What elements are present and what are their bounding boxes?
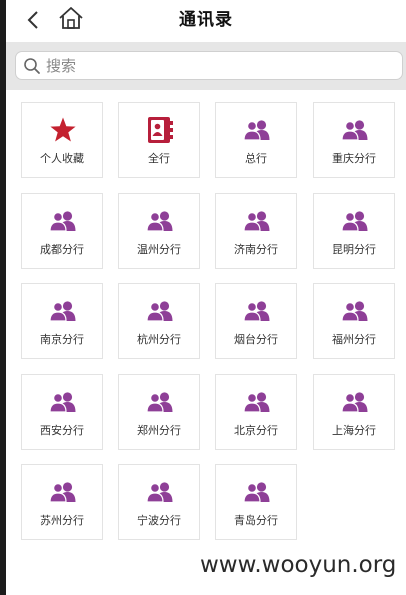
tile-label: 温州分行 [137,243,181,256]
tile-label: 苏州分行 [40,514,84,527]
contact-tile[interactable]: 昆明分行 [313,193,395,269]
group-icon [145,478,175,506]
contact-tile[interactable]: 西安分行 [21,374,103,450]
tile-label: 总行 [245,152,267,165]
group-icon [340,116,370,144]
group-icon [48,297,78,325]
contact-tile[interactable]: 成都分行 [21,193,103,269]
group-icon [242,297,272,325]
tile-label: 昆明分行 [332,243,376,256]
tile-label: 郑州分行 [137,424,181,437]
group-icon [48,388,78,416]
search-bar [6,42,406,90]
contact-tile[interactable]: 南京分行 [21,283,103,359]
page-title: 通讯录 [179,10,233,30]
group-icon [242,388,272,416]
contact-tile[interactable]: 郑州分行 [118,374,200,450]
contact-tile[interactable]: 苏州分行 [21,464,103,540]
group-icon [242,116,272,144]
contact-tile[interactable]: 重庆分行 [313,102,395,178]
tile-label: 杭州分行 [137,333,181,346]
contact-tile[interactable]: 青岛分行 [215,464,297,540]
contact-tile[interactable]: 总行 [215,102,297,178]
group-icon [145,388,175,416]
group-icon [145,297,175,325]
tile-label: 全行 [148,152,170,165]
tile-label: 南京分行 [40,333,84,346]
group-icon [48,207,78,235]
contact-tile[interactable]: 个人收藏 [21,102,103,178]
contact-tile[interactable]: 上海分行 [313,374,395,450]
tile-label: 烟台分行 [234,333,278,346]
group-icon [145,207,175,235]
nav-header: 通讯录 [6,0,406,42]
group-icon [340,388,370,416]
group-icon [242,478,272,506]
group-icon [48,478,78,506]
tile-label: 上海分行 [332,424,376,437]
tile-label: 福州分行 [332,333,376,346]
contact-tile[interactable]: 烟台分行 [215,283,297,359]
contact-tile[interactable]: 北京分行 [215,374,297,450]
group-icon [340,207,370,235]
contact-tile[interactable]: 济南分行 [215,193,297,269]
contact-book-icon [145,116,175,144]
tile-label: 西安分行 [40,424,84,437]
tile-label: 个人收藏 [40,152,84,165]
contact-tile[interactable]: 宁波分行 [118,464,200,540]
contact-tile[interactable]: 福州分行 [313,283,395,359]
tile-label: 北京分行 [234,424,278,437]
contacts-grid: 个人收藏 全行 总行 重庆分行成都分行 温州分行 济南分行 昆明分行南京分行 杭州分行 烟台分行… [6,90,406,595]
tile-label: 宁波分行 [137,514,181,527]
contact-tile[interactable]: 杭州分行 [118,283,200,359]
group-icon [340,297,370,325]
tile-label: 青岛分行 [234,514,278,527]
search-field[interactable] [15,51,403,80]
watermark-text: www.wooyun.org [200,552,397,578]
contact-tile[interactable]: 温州分行 [118,193,200,269]
contact-tile[interactable]: 全行 [118,102,200,178]
search-icon [24,58,40,74]
search-input[interactable] [46,52,396,79]
tile-label: 成都分行 [40,243,84,256]
star-icon [48,116,78,144]
tile-label: 重庆分行 [332,152,376,165]
tile-label: 济南分行 [234,243,278,256]
group-icon [242,207,272,235]
